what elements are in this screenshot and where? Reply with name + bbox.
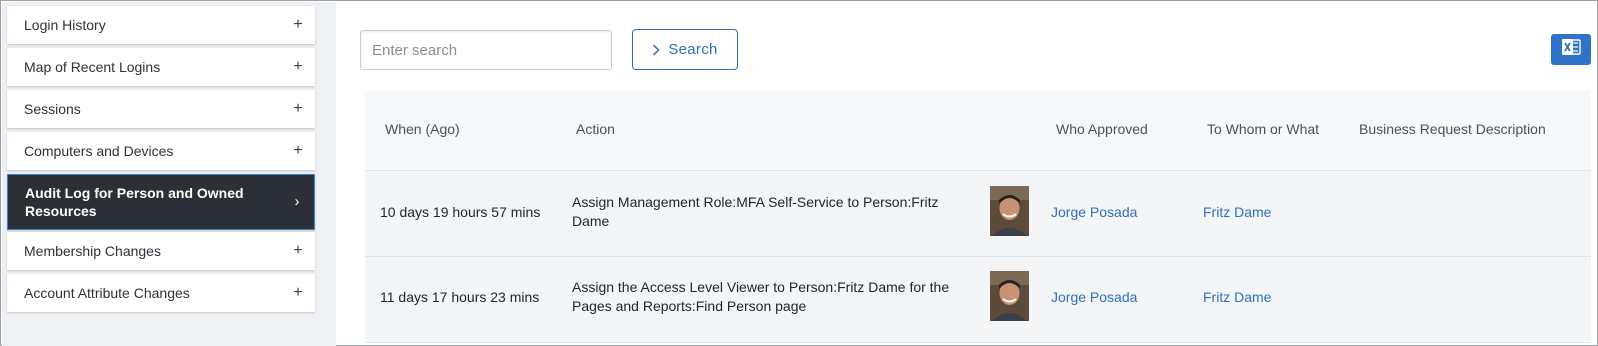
avatar	[990, 271, 1029, 321]
when-cell: 11 days 17 hours 23 mins	[380, 289, 540, 305]
search-button-label: Search	[668, 41, 718, 58]
search-input[interactable]	[360, 30, 612, 70]
column-header-business-request: Business Request Description	[1359, 121, 1546, 137]
when-cell: 10 days 19 hours 57 mins	[380, 204, 541, 220]
table-row: 11 days 17 hours 23 mins Assign the Acce…	[365, 257, 1591, 343]
to-whom-link[interactable]: Fritz Dame	[1203, 289, 1271, 305]
sidebar-item-label: Map of Recent Logins	[24, 59, 161, 75]
sidebar-item-label: Membership Changes	[24, 243, 161, 259]
sidebar-item-account-attribute-changes[interactable]: Account Attribute Changes +	[7, 274, 315, 312]
plus-icon: +	[293, 242, 303, 259]
excel-export-button[interactable]	[1551, 34, 1591, 65]
who-approved-link[interactable]: Jorge Posada	[1051, 204, 1137, 220]
sidebar-item-login-history[interactable]: Login History +	[7, 6, 315, 44]
to-whom-link[interactable]: Fritz Dame	[1203, 204, 1271, 220]
who-approved-link[interactable]: Jorge Posada	[1051, 289, 1137, 305]
column-header-action: Action	[576, 121, 615, 137]
chevron-right-icon	[652, 43, 660, 56]
sidebar-item-membership-changes[interactable]: Membership Changes +	[7, 232, 315, 270]
column-header-who-approved: Who Approved	[1056, 121, 1148, 137]
search-button[interactable]: Search	[632, 29, 738, 70]
plus-icon: +	[293, 284, 303, 301]
sidebar: Login History + Map of Recent Logins + S…	[2, 2, 336, 346]
avatar	[990, 186, 1029, 236]
sidebar-item-label: Account Attribute Changes	[24, 285, 190, 301]
excel-icon	[1560, 37, 1582, 62]
column-header-to-whom: To Whom or What	[1207, 121, 1320, 137]
action-cell: Assign Management Role:MFA Self-Service …	[572, 194, 939, 229]
action-cell: Assign the Access Level Viewer to Person…	[572, 279, 950, 314]
column-header-when: When (Ago)	[385, 121, 460, 137]
table-row: 10 days 19 hours 57 mins Assign Manageme…	[365, 171, 1591, 257]
plus-icon: +	[293, 58, 303, 75]
sidebar-item-label: Login History	[24, 17, 106, 33]
sidebar-item-label: Audit Log for Person and Owned Resources	[25, 185, 244, 219]
chevron-right-icon: ›	[294, 193, 300, 210]
sidebar-item-audit-log[interactable]: Audit Log for Person and Owned Resources…	[7, 174, 315, 230]
sidebar-item-label: Computers and Devices	[24, 143, 174, 159]
audit-log-table: When (Ago) Action Who Approved To Whom o…	[365, 91, 1591, 346]
app-frame: Login History + Map of Recent Logins + S…	[0, 0, 1598, 346]
sidebar-item-computers-and-devices[interactable]: Computers and Devices +	[7, 132, 315, 170]
sidebar-item-label: Sessions	[24, 101, 81, 117]
plus-icon: +	[293, 142, 303, 159]
plus-icon: +	[293, 100, 303, 117]
table-header: When (Ago) Action Who Approved To Whom o…	[365, 91, 1591, 171]
sidebar-item-map-of-recent-logins[interactable]: Map of Recent Logins +	[7, 48, 315, 86]
sidebar-item-sessions[interactable]: Sessions +	[7, 90, 315, 128]
plus-icon: +	[293, 16, 303, 33]
